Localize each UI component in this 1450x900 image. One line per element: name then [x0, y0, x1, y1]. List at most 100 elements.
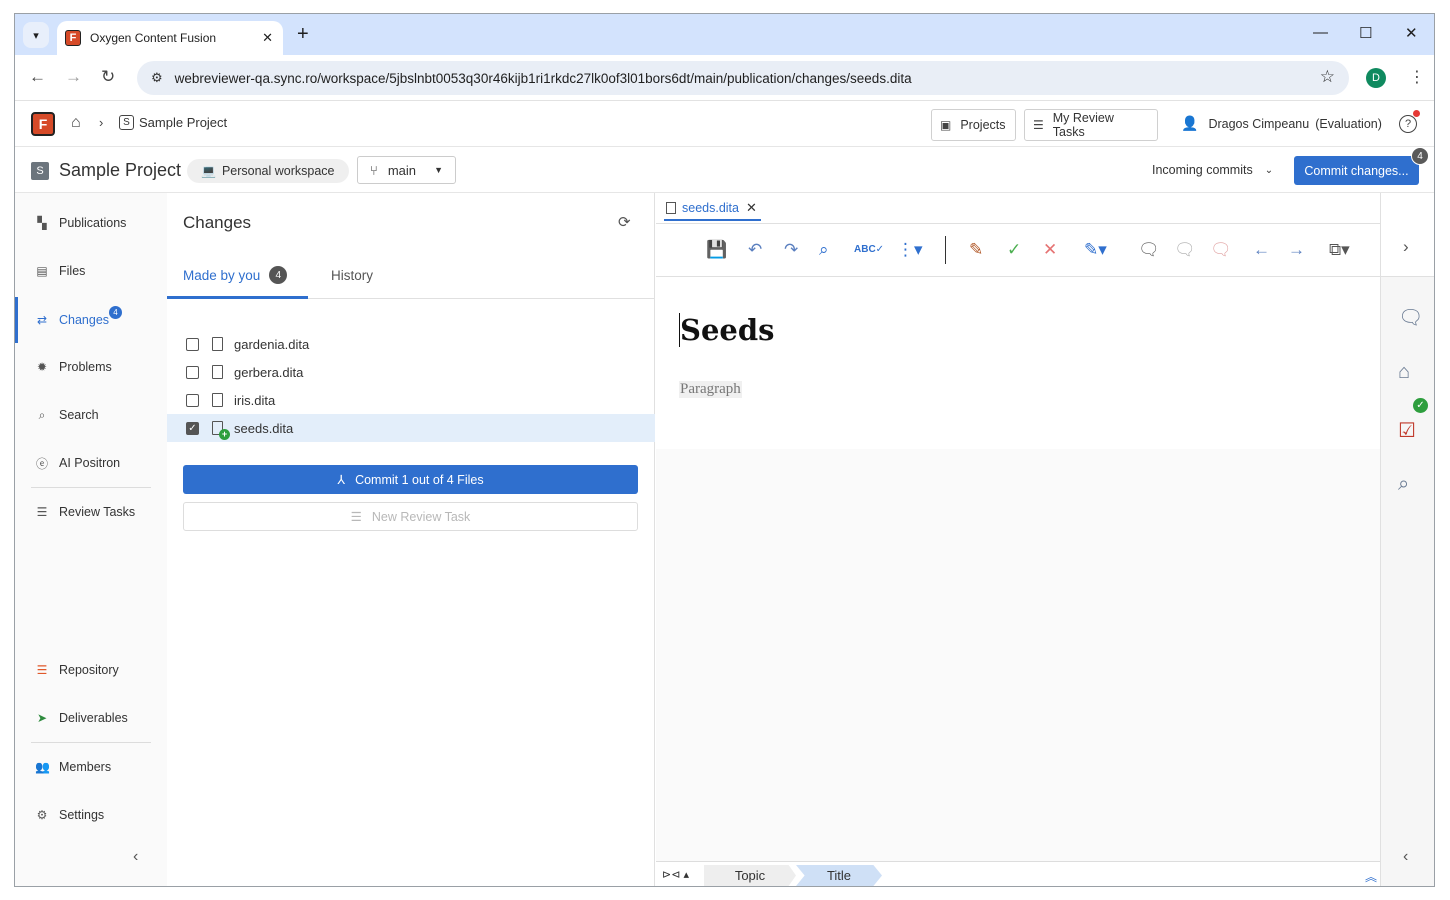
collapse-sidebar-icon[interactable]: ‹: [133, 848, 138, 866]
accept-change-icon[interactable]: ✓: [1007, 241, 1021, 259]
user-icon: 👤: [1181, 115, 1199, 131]
sidebar-item-problems[interactable]: ✹ Problems: [15, 351, 167, 383]
next-change-icon[interactable]: →: [1288, 241, 1305, 259]
sidebar-item-files[interactable]: ▤ Files: [15, 255, 167, 287]
ai-icon: ⓔ: [35, 456, 48, 471]
my-review-tasks-button[interactable]: ☰ My Review Tasks: [1024, 109, 1158, 141]
sidebar-item-label: Files: [59, 264, 86, 278]
comments-panel-icon[interactable]: 🗨: [1398, 305, 1423, 330]
new-tab-icon[interactable]: +: [297, 24, 309, 44]
address-bar[interactable]: ⚙ webreviewer-qa.sync.ro/workspace/5jbsl…: [137, 61, 1349, 95]
breadcrumb-topic[interactable]: Topic: [704, 865, 796, 886]
sidebar-item-ai-positron[interactable]: ⓔ AI Positron: [15, 447, 167, 479]
sidebar-item-review-tasks[interactable]: ☰ Review Tasks: [15, 496, 167, 528]
file-checkbox-checked[interactable]: ✓: [186, 421, 199, 435]
bookmark-star-icon[interactable]: ☆: [1320, 67, 1335, 87]
bug-icon: ✹: [36, 360, 48, 374]
editor-toolbar: 💾 ↶ ↷ ⌕ ABC✓ ⋮▾ ✎ ✓ ✕ ✎▾ 🗨 🗨 🗨 ← → ⧉▾: [656, 223, 1387, 277]
file-checkbox[interactable]: [186, 337, 199, 351]
find-icon[interactable]: ⌕: [819, 241, 829, 259]
review-options-icon[interactable]: ⧉▾: [1329, 241, 1350, 259]
document-paragraph[interactable]: Paragraph: [679, 381, 742, 398]
previous-change-icon[interactable]: ←: [1253, 241, 1270, 259]
plus-icon: +: [219, 429, 230, 440]
file-row-gardenia[interactable]: gardenia.dita: [167, 330, 655, 358]
file-row-seeds[interactable]: ✓ + seeds.dita: [167, 414, 655, 442]
sidebar-divider: [31, 487, 151, 488]
remove-comment-icon[interactable]: 🗨: [1210, 241, 1232, 259]
tab-history[interactable]: History: [331, 268, 373, 283]
sidebar-item-search[interactable]: ⌕ Search: [15, 399, 167, 431]
file-checkbox[interactable]: [186, 365, 199, 379]
document-title[interactable]: Seeds: [679, 313, 774, 347]
sidebar-item-settings[interactable]: ⚙ Settings: [15, 799, 167, 831]
search-icon: ⌕: [38, 407, 46, 422]
maximize-icon[interactable]: ☐: [1359, 24, 1372, 42]
sidebar-item-publications[interactable]: ▚ Publications: [15, 207, 167, 239]
home-icon[interactable]: ⌂: [71, 114, 81, 132]
more-actions-icon[interactable]: ⋮▾: [897, 241, 923, 259]
browser-menu-icon[interactable]: ⋮: [1409, 67, 1425, 87]
undo-icon[interactable]: ↶: [748, 241, 762, 259]
commit-changes-button[interactable]: Commit changes...: [1294, 156, 1419, 185]
repository-icon: ☰: [36, 663, 48, 677]
spellcheck-icon[interactable]: ABC✓: [854, 241, 884, 259]
review-checklist-icon[interactable]: ☑: [1398, 418, 1416, 443]
track-changes-icon[interactable]: ✎: [969, 241, 983, 259]
list-icon: ☰: [1033, 118, 1044, 132]
save-icon[interactable]: 💾: [706, 241, 727, 259]
workspace-pill[interactable]: 💻 Personal workspace: [187, 159, 349, 183]
sidebar-item-repository[interactable]: ☰ Repository: [15, 654, 167, 686]
close-window-icon[interactable]: ✕: [1405, 24, 1418, 42]
profile-avatar[interactable]: D: [1366, 68, 1386, 88]
breadcrumb-title[interactable]: Title: [796, 865, 882, 886]
reload-icon[interactable]: ↻: [101, 67, 115, 87]
commit-files-button[interactable]: ⅄ Commit 1 out of 4 Files: [183, 465, 638, 494]
file-name: iris.dita: [234, 392, 276, 408]
site-info-icon[interactable]: ⚙: [151, 70, 163, 86]
help-icon[interactable]: ?: [1399, 115, 1417, 133]
laptop-icon: 💻: [201, 164, 216, 178]
incoming-commits-dropdown[interactable]: Incoming commits ⌄: [1152, 163, 1273, 177]
browser-toolbar: ← → ↻ ⚙ webreviewer-qa.sync.ro/workspace…: [15, 55, 1434, 101]
user-menu[interactable]: 👤 Dragos Cimpeanu (Evaluation): [1181, 115, 1382, 132]
add-comment-icon[interactable]: 🗨: [1138, 241, 1160, 259]
breadcrumb-project[interactable]: S Sample Project: [119, 115, 227, 130]
edit-comment-icon[interactable]: 🗨: [1174, 241, 1196, 259]
attributes-tag-icon[interactable]: ⌂: [1398, 361, 1410, 384]
close-editor-tab-icon[interactable]: ✕: [746, 200, 757, 216]
minimize-icon[interactable]: —: [1313, 24, 1328, 41]
editor-tab[interactable]: seeds.dita ✕: [664, 197, 761, 221]
forward-icon[interactable]: →: [65, 67, 82, 87]
collapse-right-icon[interactable]: ‹: [1403, 848, 1408, 866]
redo-icon[interactable]: ↷: [784, 241, 798, 259]
app-header: F ⌂ › S Sample Project ▣ Projects ☰ My R…: [15, 101, 1434, 147]
editor-pane: seeds.dita ✕ 💾 ↶ ↷ ⌕ ABC✓ ⋮▾ ✎ ✓ ✕ ✎▾ 🗨 …: [656, 193, 1387, 886]
close-tab-icon[interactable]: ✕: [262, 30, 273, 46]
sidebar-item-members[interactable]: 👥 Members: [15, 751, 167, 783]
file-checkbox[interactable]: [186, 393, 199, 407]
back-icon[interactable]: ←: [29, 67, 46, 87]
projects-button[interactable]: ▣ Projects: [931, 109, 1016, 141]
tab-search-icon[interactable]: ▾: [23, 22, 49, 48]
refresh-icon[interactable]: ⟳: [618, 213, 631, 231]
app-logo[interactable]: F: [31, 112, 55, 136]
sidebar-item-changes[interactable]: ⇄ Changes: [15, 304, 167, 336]
browser-tab[interactable]: F Oxygen Content Fusion ✕: [57, 21, 283, 55]
browser-tabstrip: ▾ F Oxygen Content Fusion ✕ + — ☐ ✕: [15, 14, 1434, 55]
chevron-down-icon: ⌄: [1264, 164, 1274, 176]
tags-display-icon[interactable]: ⊳⊲ ▴: [662, 868, 689, 881]
highlight-icon[interactable]: ✎▾: [1084, 241, 1107, 259]
file-row-iris[interactable]: iris.dita: [167, 386, 655, 414]
new-review-task-button[interactable]: ☰ New Review Task: [183, 502, 638, 531]
send-icon: ➤: [36, 711, 48, 725]
file-row-gerbera[interactable]: gerbera.dita: [167, 358, 655, 386]
chevron-right-icon[interactable]: ›: [1403, 237, 1409, 257]
branch-selector[interactable]: ⑂ main ▼: [357, 156, 456, 184]
find-review-icon[interactable]: ⌕: [1398, 473, 1409, 496]
reject-change-icon[interactable]: ✕: [1043, 241, 1057, 259]
document-canvas[interactable]: Seeds Paragraph: [656, 277, 1380, 449]
expand-up-icon[interactable]: ︽: [1365, 868, 1377, 885]
sidebar-item-deliverables[interactable]: ➤ Deliverables: [15, 702, 167, 734]
tab-made-by-you[interactable]: Made by you 4: [183, 266, 288, 284]
